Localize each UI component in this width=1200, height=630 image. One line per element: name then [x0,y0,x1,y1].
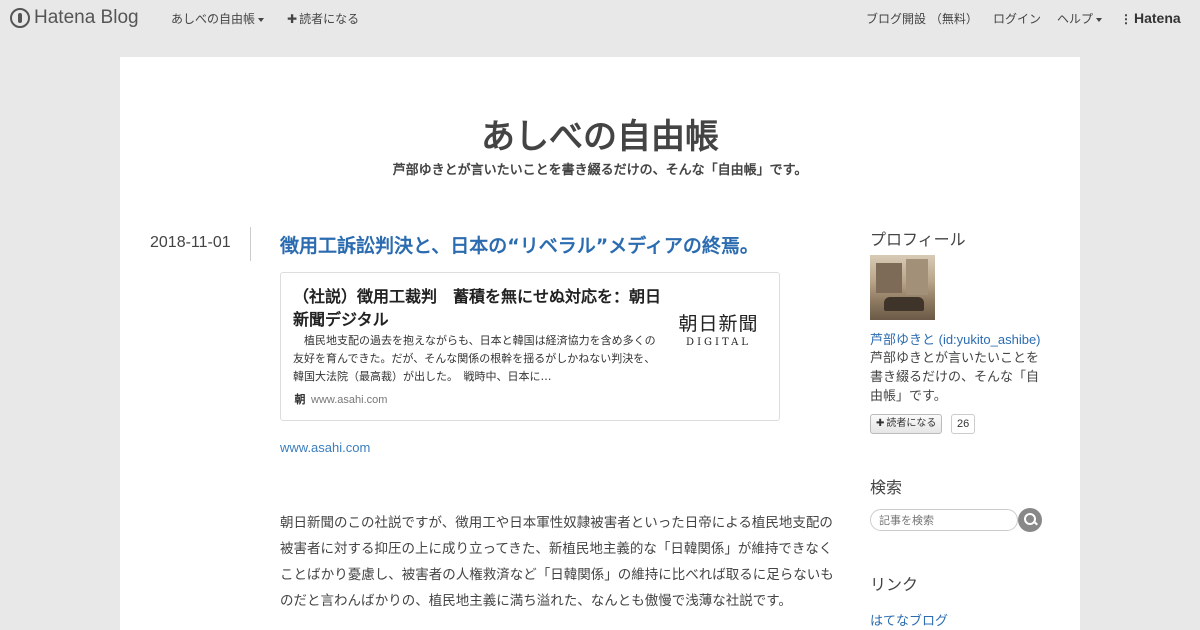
plus-icon: ✚ [287,12,298,26]
profile-description: 芦部ゆきとが言いたいことを書き綴るだけの、そんな「自由帳」です。 [870,351,1040,404]
help-label: ヘルプ [1057,12,1094,26]
search-button[interactable] [1018,508,1042,532]
follow-button-label: 読者になる [886,418,937,429]
thumbnail-title: 朝日新聞 [678,313,759,335]
embed-card-footer: 朝 www.asahi.com [293,393,388,407]
profile-heading: プロフィール [870,230,966,249]
hatena-blog-logo-icon [10,8,30,28]
blog-menu-label: あしべの自由帳 [171,12,256,26]
hatena-logo-text: Hatena [1134,10,1181,26]
embed-card-domain: www.asahi.com [311,394,388,406]
blog-menu[interactable]: あしべの自由帳 [171,10,265,27]
login-link[interactable]: ログイン [993,10,1041,27]
entry-date[interactable]: 2018-11-01 [150,234,231,252]
thumbnail-subtitle: DIGITAL [686,337,751,348]
link-hatena-blog[interactable]: はてなブログ [870,610,948,629]
source-link[interactable]: www.asahi.com [280,440,370,455]
entry-title[interactable]: 徴用工訴訟判決と、日本の“リベラル”メディアの終焉。 [280,231,759,258]
blog-title[interactable]: あしべの自由帳 [120,109,1080,158]
profile-avatar[interactable] [870,255,935,320]
chevron-down-icon [258,17,265,22]
entry-body: 朝日新聞のこの社説ですが、徴用工や日本軍性奴隷被害者といった日帝による植民地支配… [280,515,834,609]
links-heading: リンク [870,575,919,594]
asahi-favicon-icon: 朝 [294,394,306,406]
embed-card[interactable]: （社説）徴用工裁判 蓄積を無にせぬ対応を：朝日新聞デジタル 植民地支配の過去を抱… [280,272,780,421]
hatena-logo[interactable]: ⋮ Hatena [1120,10,1181,26]
plus-icon: ✚ [876,418,885,429]
embed-card-thumbnail[interactable]: 朝日新聞 DIGITAL [666,313,771,353]
help-menu[interactable]: ヘルプ [1057,10,1103,27]
embed-card-excerpt: 植民地支配の過去を抱えながらも、日本と韓国は経済協力を含め多くの友好を育んできた… [293,334,656,383]
follow-button[interactable]: ✚ 読者になる [870,414,943,434]
hatena-blog-logo[interactable]: Hatena Blog [10,7,139,29]
search-heading: 検索 [870,478,903,497]
subscribe-label: 読者になる [299,12,360,26]
follower-count[interactable]: 26 [951,414,976,434]
top-bar: Hatena Blog あしべの自由帳 ✚ 読者になる ブログ開設 （無料） ログ… [0,0,1200,36]
embed-card-title[interactable]: （社説）徴用工裁判 蓄積を無にせぬ対応を：朝日新聞デジタル [293,285,663,331]
blog-page: あしべの自由帳 芦部ゆきとが言いたいことを書き綴るだけの、そんな「自由帳」です。… [120,57,1080,630]
date-divider [250,227,251,261]
profile-name-link[interactable]: 芦部ゆきと (id:yukito_ashibe) [870,329,1041,348]
search-input[interactable] [870,509,1018,531]
subscribe-link[interactable]: ✚ 読者になる [287,10,359,27]
open-blog-link[interactable]: ブログ開設 （無料） [866,10,978,27]
chevron-down-icon [1096,17,1103,22]
blog-description: 芦部ゆきとが言いたいことを書き綴るだけの、そんな「自由帳」です。 [392,163,808,178]
brand-name: Hatena Blog [34,7,139,28]
hatena-mark-icon: ⋮ [1120,12,1132,26]
